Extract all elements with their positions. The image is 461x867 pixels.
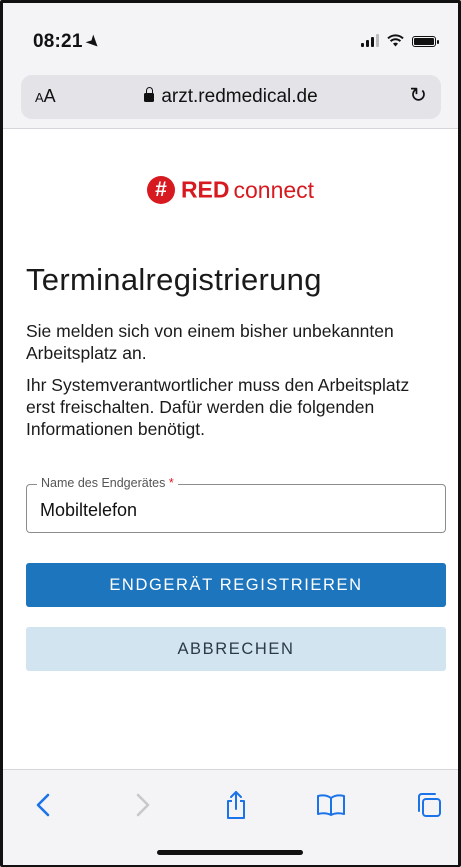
browser-bottom-toolbar — [3, 769, 458, 865]
device-name-input[interactable]: Mobiltelefon — [40, 500, 137, 521]
info-text-unknown-workstation: Sie melden sich von einem bisher unbekan… — [26, 321, 394, 363]
logo-red-text: RED — [180, 176, 230, 203]
bookmarks-icon[interactable] — [313, 788, 349, 822]
home-indicator[interactable] — [157, 850, 303, 855]
red-connect-logo: # RED connect — [0, 176, 461, 204]
device-name-label: Name des Endgerätes * — [37, 476, 178, 490]
url-display[interactable]: arzt.redmedical.de — [21, 86, 441, 108]
logo-hash-icon: # — [146, 176, 175, 204]
forward-icon[interactable] — [125, 788, 161, 822]
info-text-admin-approval: Ihr Systemverantwortlicher muss den Arbe… — [26, 375, 410, 439]
logo-connect-text: connect — [233, 176, 315, 203]
cellular-signal-icon — [361, 33, 379, 47]
back-icon[interactable] — [25, 788, 61, 822]
device-name-field[interactable]: Name des Endgerätes * Mobiltelefon — [26, 476, 446, 533]
status-time: 08:21➤ — [33, 31, 104, 53]
battery-icon — [412, 36, 439, 47]
cancel-button[interactable]: ABBRECHEN — [26, 627, 446, 671]
required-marker: * — [168, 476, 174, 490]
register-device-button[interactable]: ENDGERÄT REGISTRIEREN — [26, 563, 446, 607]
status-bar: 08:21➤ — [3, 3, 458, 65]
tabs-icon[interactable] — [411, 788, 447, 822]
wifi-icon — [387, 34, 404, 47]
page-title: Terminalregistrierung — [26, 262, 322, 297]
address-bar[interactable]: AA arzt.redmedical.de ↻ — [21, 75, 441, 119]
status-icons — [361, 33, 439, 47]
lock-icon — [144, 87, 155, 102]
location-arrow-icon: ➤ — [82, 31, 104, 53]
reload-icon[interactable]: ↻ — [409, 83, 427, 108]
share-icon[interactable] — [218, 788, 254, 822]
browser-top-chrome: 08:21➤ AA arzt.redmedical.de ↻ — [3, 3, 458, 129]
